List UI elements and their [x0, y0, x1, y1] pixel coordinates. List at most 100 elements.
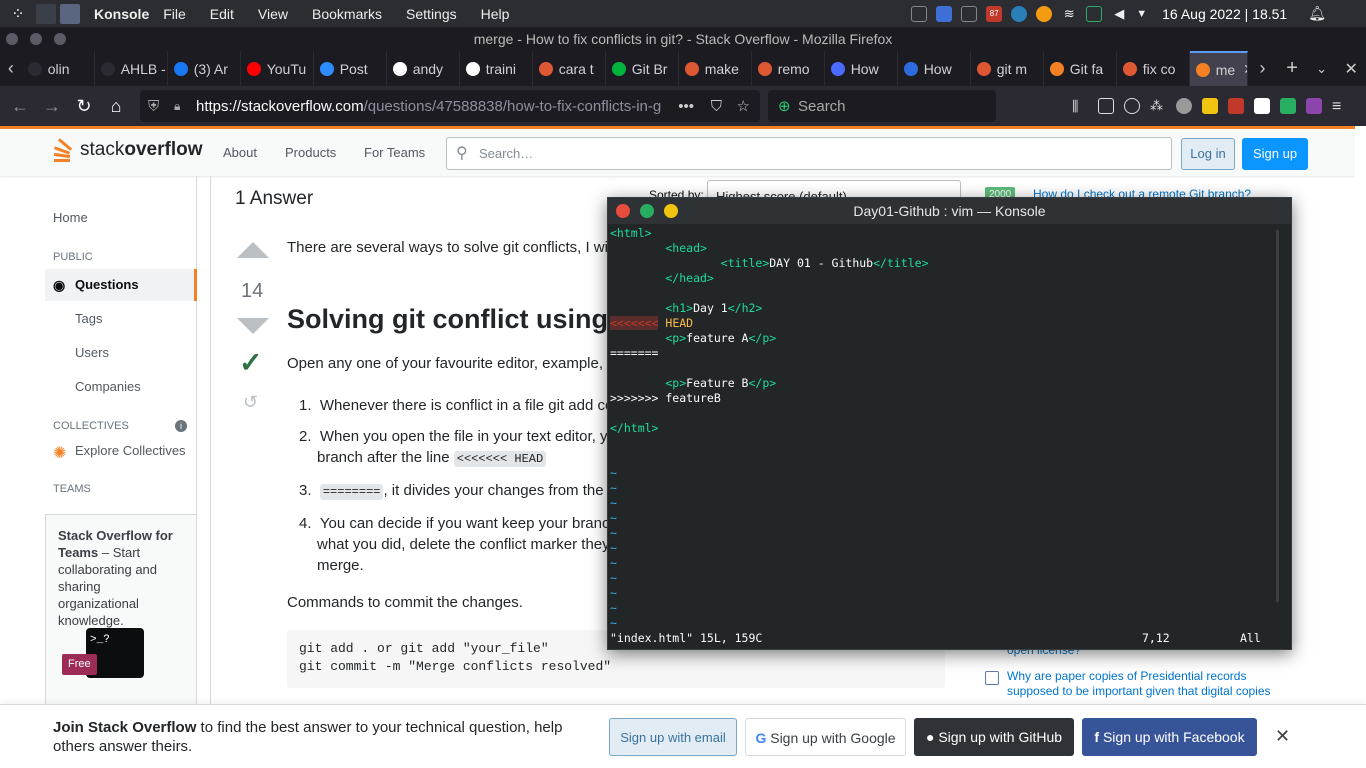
home-button[interactable]: ⌂: [100, 90, 132, 122]
tab-12[interactable]: How: [898, 51, 971, 86]
window-minimize-button[interactable]: [30, 33, 42, 45]
tab-6[interactable]: traini: [460, 51, 533, 86]
info-icon[interactable]: i: [175, 420, 187, 432]
url-bar[interactable]: ⛨ 🔒︎ https://stackoverflow.com/questions…: [140, 90, 760, 122]
banner-close-icon[interactable]: ✕: [1275, 726, 1290, 747]
signup-github-button[interactable]: ● Sign up with GitHub: [914, 718, 1074, 756]
sidebar-item-questions[interactable]: ◉ Questions: [45, 269, 197, 301]
lock-icon[interactable]: 🔒︎: [174, 99, 180, 114]
extension-3-icon[interactable]: [1228, 98, 1244, 114]
tab-3[interactable]: YouTu: [241, 51, 314, 86]
tab-7[interactable]: cara t: [533, 51, 606, 86]
menu-view[interactable]: View: [258, 6, 288, 22]
virtual-desktop-2[interactable]: [60, 3, 80, 24]
tab-label: make: [704, 60, 739, 77]
login-button[interactable]: Log in: [1181, 138, 1235, 170]
globe-icon[interactable]: [1176, 98, 1192, 114]
account-icon[interactable]: [1124, 98, 1140, 114]
menu-bookmarks[interactable]: Bookmarks: [312, 6, 382, 22]
tab-8[interactable]: Git Br: [606, 51, 679, 86]
tracking-shield-icon[interactable]: ⛨: [148, 98, 159, 115]
menu-settings[interactable]: Settings: [406, 6, 457, 22]
tabs-scroll-left-icon[interactable]: ‹: [0, 58, 22, 79]
tab-4[interactable]: Post: [314, 51, 387, 86]
konsole-minimize-button[interactable]: [664, 204, 678, 218]
list-all-tabs-icon[interactable]: ⌄: [1307, 61, 1337, 77]
app-menu-icon[interactable]: ≡: [1332, 98, 1354, 115]
forward-button[interactable]: →: [36, 90, 68, 122]
wifi-icon[interactable]: ≋: [1061, 6, 1077, 22]
tab-16[interactable]: me✕: [1189, 51, 1248, 86]
sidebar-item-explore-collectives[interactable]: Explore Collectives: [75, 443, 186, 458]
url-host: https://stackoverflow.com: [196, 97, 364, 115]
tab-1[interactable]: AHLB - B: [95, 51, 168, 86]
nav-about[interactable]: About: [223, 145, 257, 160]
tab-favicon-icon: [1122, 61, 1137, 76]
tray-expand-icon[interactable]: ▼: [1136, 8, 1147, 20]
tab-11[interactable]: How: [825, 51, 898, 86]
back-button[interactable]: ←: [4, 90, 36, 122]
tab-0[interactable]: olin: [22, 51, 95, 86]
display-icon[interactable]: [1086, 5, 1103, 22]
web-search-box[interactable]: ⊕ Search: [768, 90, 996, 122]
extension-2-icon[interactable]: [1202, 98, 1218, 114]
sidebar-item-tags[interactable]: Tags: [75, 311, 102, 326]
terminal-scrollbar[interactable]: [1276, 230, 1279, 602]
history-icon[interactable]: ↺: [243, 392, 258, 413]
tabs-scroll-right-icon[interactable]: ›: [1248, 58, 1278, 79]
pager-icon-2[interactable]: [961, 5, 978, 22]
menu-help[interactable]: Help: [481, 6, 510, 22]
new-tab-button[interactable]: +: [1277, 57, 1307, 80]
signup-button[interactable]: Sign up: [1242, 138, 1308, 170]
library-icon[interactable]: ⫼: [1072, 98, 1088, 114]
bookmark-star-icon[interactable]: ☆: [737, 97, 750, 115]
tab-13[interactable]: git m: [971, 51, 1044, 86]
update-icon[interactable]: [1011, 5, 1028, 22]
signup-email-button[interactable]: Sign up with email: [609, 718, 737, 756]
tab-5[interactable]: andy: [387, 51, 460, 86]
pager-icon[interactable]: [911, 5, 928, 22]
nav-products[interactable]: Products: [285, 145, 336, 160]
konsole-close-button[interactable]: [616, 204, 630, 218]
terminal-view[interactable]: <html> <head> <title>DAY 01 - Github</ti…: [610, 226, 1278, 646]
konsole-maximize-button[interactable]: [640, 204, 654, 218]
menu-edit[interactable]: Edit: [210, 6, 234, 22]
so-logo[interactable]: stack overflow: [52, 135, 202, 165]
night-color-icon[interactable]: [1036, 5, 1053, 22]
app-launcher-icon[interactable]: ⁘: [0, 0, 36, 27]
battery-icon[interactable]: 87: [986, 5, 1003, 22]
upvote-button[interactable]: [237, 242, 269, 258]
tab-14[interactable]: Git fa: [1044, 51, 1117, 86]
tab-15[interactable]: fix co: [1117, 51, 1190, 86]
tab-10[interactable]: remo: [752, 51, 825, 86]
signup-facebook-button[interactable]: f Sign up with Facebook: [1082, 718, 1257, 756]
signup-google-button[interactable]: G Sign up with Google: [745, 718, 906, 756]
extension-4-icon[interactable]: [1254, 98, 1270, 114]
nav-for-teams[interactable]: For Teams: [364, 145, 425, 160]
sidebar-item-companies[interactable]: Companies: [75, 379, 141, 394]
page-actions-icon[interactable]: •••: [678, 98, 694, 115]
clock[interactable]: 16 Aug 2022 | 18.51: [1162, 6, 1287, 22]
sidebar-icon[interactable]: [1098, 98, 1114, 114]
so-search-input[interactable]: ⚲ Search…: [446, 137, 1172, 170]
tab-2[interactable]: (3) Ar: [168, 51, 241, 86]
related-question-link[interactable]: Why are paper copies of Presidential rec…: [1007, 669, 1277, 699]
extension-5-icon[interactable]: [1280, 98, 1296, 114]
sidebar-item-users[interactable]: Users: [75, 345, 109, 360]
tab-9[interactable]: make: [679, 51, 752, 86]
extension-6-icon[interactable]: [1306, 98, 1322, 114]
volume-icon[interactable]: ◀: [1111, 6, 1127, 22]
pager-active-icon[interactable]: [936, 5, 953, 22]
window-close-button[interactable]: [6, 33, 18, 45]
virtual-desktop-1[interactable]: [36, 3, 56, 24]
reload-button[interactable]: ↻: [68, 90, 100, 122]
window-maximize-button[interactable]: [54, 33, 66, 45]
tab-favicon-icon: [246, 61, 261, 76]
extension-icon[interactable]: ⁂: [1150, 98, 1166, 114]
notifications-icon[interactable]: 🔔︎: [1308, 5, 1326, 22]
sidebar-item-home[interactable]: Home: [53, 210, 88, 225]
pocket-icon[interactable]: ⛉: [711, 98, 722, 115]
close-window-icon[interactable]: ✕: [1336, 59, 1366, 79]
menu-file[interactable]: File: [163, 6, 186, 22]
downvote-button[interactable]: [237, 318, 269, 334]
